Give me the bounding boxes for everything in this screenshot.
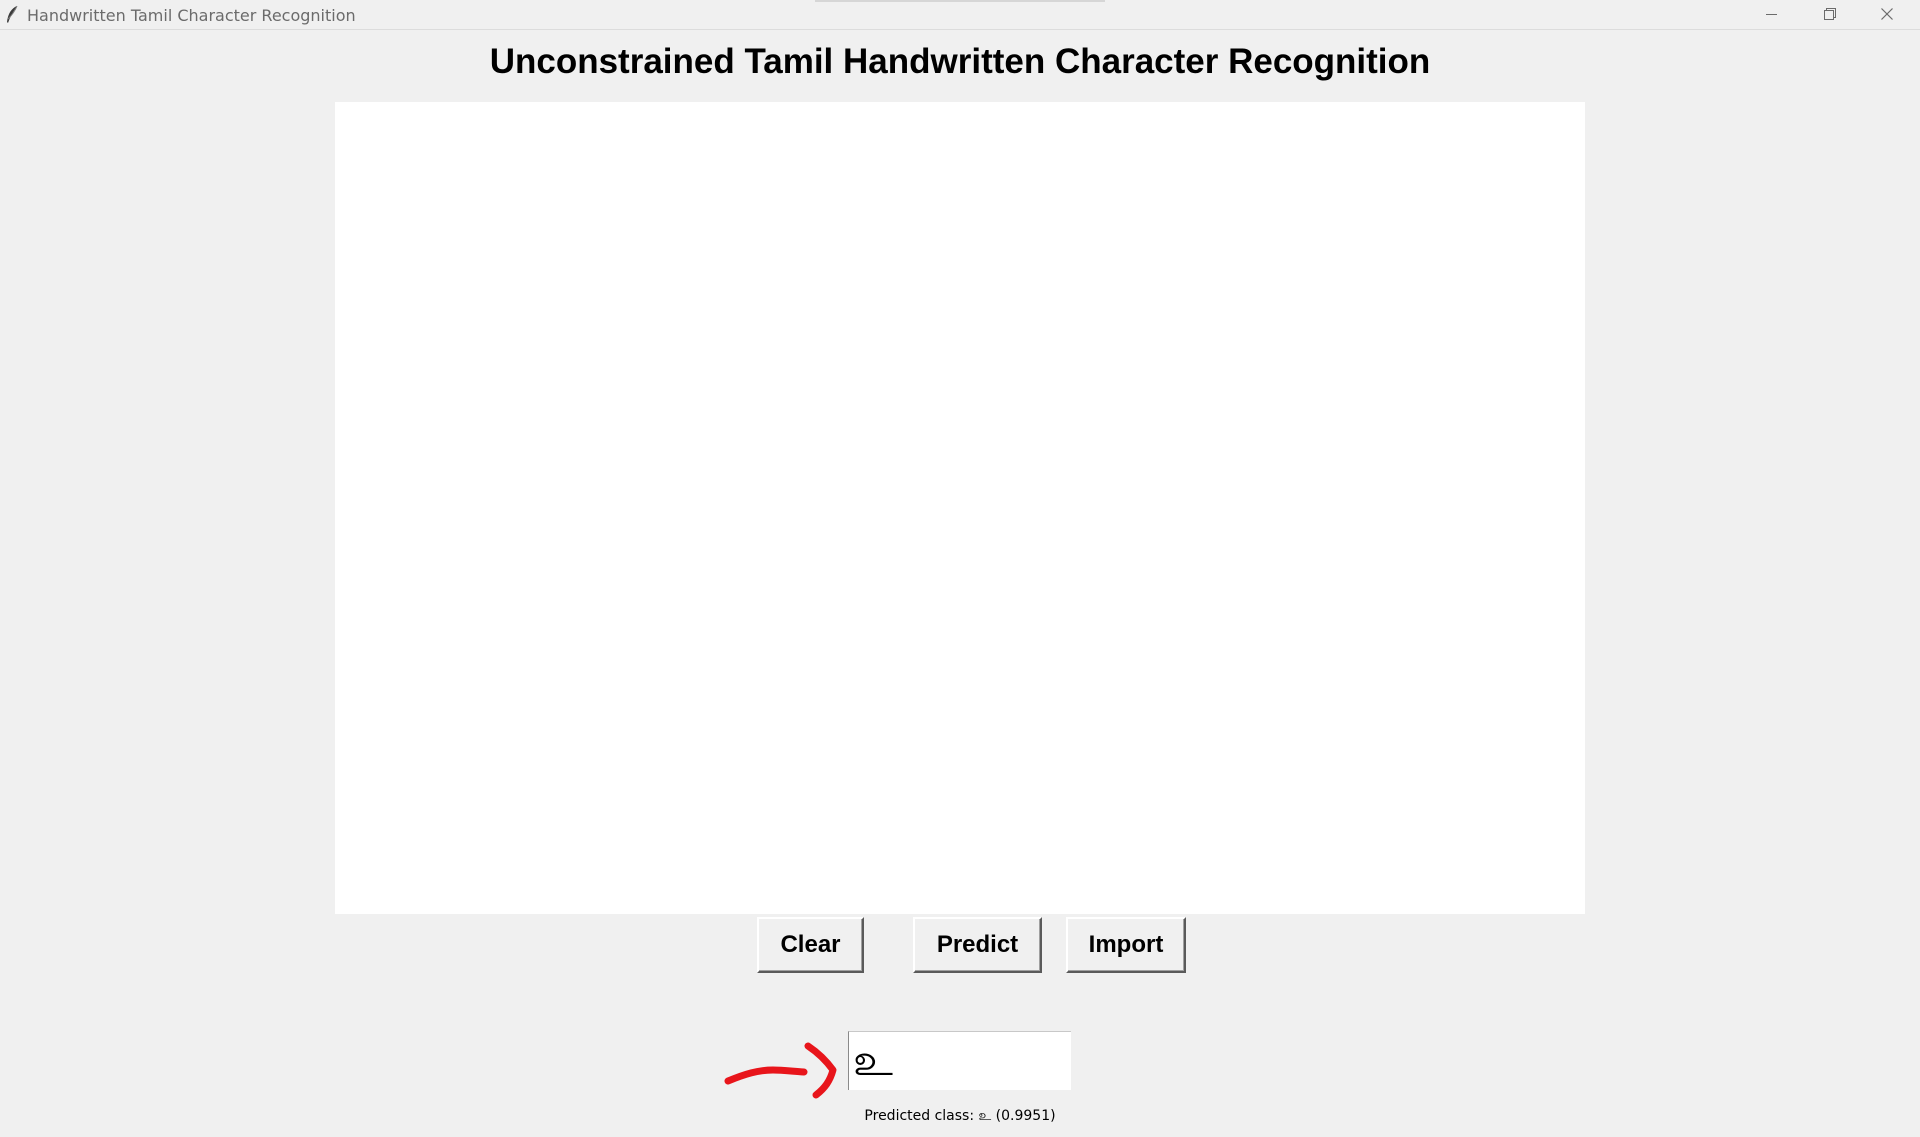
window-title: Handwritten Tamil Character Recognition bbox=[27, 6, 356, 25]
predict-button[interactable]: Predict bbox=[913, 917, 1042, 973]
predicted-character: உ bbox=[853, 1035, 893, 1086]
minimize-icon[interactable] bbox=[1742, 0, 1800, 29]
page-title: Unconstrained Tamil Handwritten Characte… bbox=[489, 42, 1431, 81]
window-titlebar: Handwritten Tamil Character Recognition bbox=[0, 0, 1920, 30]
clear-button[interactable]: Clear bbox=[757, 917, 864, 973]
feather-icon bbox=[5, 5, 19, 24]
close-icon[interactable] bbox=[1858, 0, 1916, 29]
import-button[interactable]: Import bbox=[1066, 917, 1186, 973]
predicted-class-label: Predicted class: உ (0.9951) bbox=[864, 1108, 1056, 1124]
red-arrow-icon bbox=[724, 1042, 837, 1099]
drawing-canvas[interactable] bbox=[335, 102, 1585, 914]
titlebar-strip bbox=[815, 0, 1105, 2]
restore-icon[interactable] bbox=[1800, 0, 1858, 29]
prediction-result-box: உ bbox=[848, 1031, 1071, 1090]
